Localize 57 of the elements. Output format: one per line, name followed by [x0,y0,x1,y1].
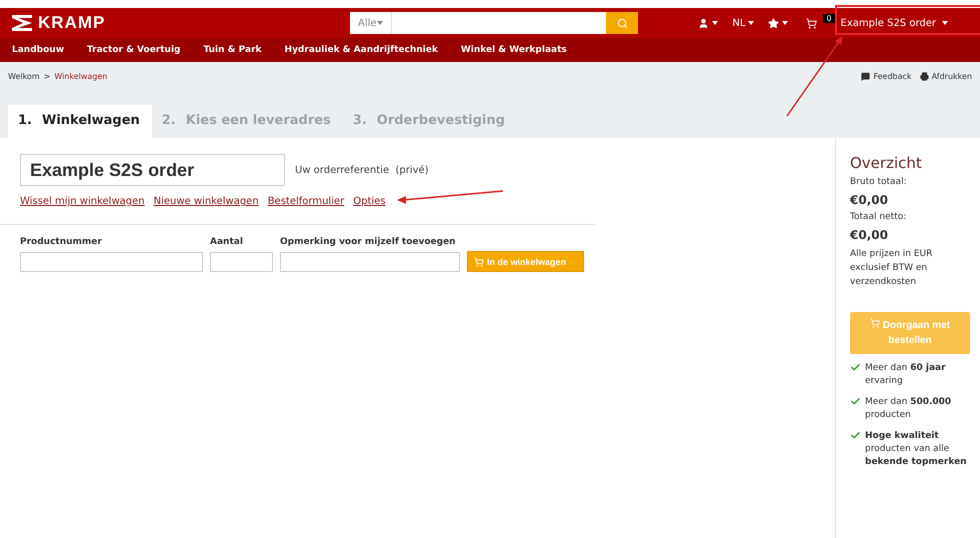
printer-icon [920,72,929,80]
gross-label: Bruto totaal: [850,177,908,187]
breadcrumb-item[interactable]: Winkelwagen [54,72,108,80]
search-button[interactable] [606,12,638,34]
gross-total: €0,00 [850,193,889,207]
breadcrumb-item[interactable]: Welkom [8,72,40,80]
step-tab[interactable]: 1. Winkelwagen [8,105,152,138]
cart-link[interactable]: Wissel mijn winkelwagen [20,196,145,207]
logo-icon [12,15,32,31]
benefit-text: Meer dan 500.000 producten [865,396,952,422]
caret-icon [782,21,788,25]
price-note: Alle prijzen in EUR exclusief BTW en verzendkosten [850,248,934,289]
logo[interactable]: KRAMP [38,13,106,33]
field-hint: Uw orderreferentie (privé) [295,164,429,176]
cart-menu[interactable]: 0 Example S2S order [802,14,968,32]
quantity-field[interactable] [210,252,273,272]
benefit-text: Meer dan 60 jaar ervaring [865,362,947,388]
summary-title: Overzicht [850,154,923,172]
net-total: €0,00 [850,228,889,242]
cart-count-badge: 0 [823,14,835,22]
user-icon [698,18,710,28]
cart-icon [806,18,818,28]
search-scope-dropdown[interactable]: Alle [350,12,392,34]
order-reference-field[interactable]: Example S2S order [20,154,285,186]
caret-icon [942,21,948,25]
check-icon [850,362,861,373]
check-icon [850,396,861,407]
caret-icon [376,21,383,25]
product-number-field[interactable] [20,252,203,272]
nav-item[interactable]: Winkel & Werkplaats [460,45,567,55]
note-field[interactable] [280,252,460,272]
benefit-text: Hoge kwaliteit producten van alle bekende topmerken [865,430,968,469]
net-label: Totaal netto: [850,212,908,222]
nav-item[interactable]: Landbouw [12,45,64,55]
cart-icon [870,318,880,328]
comment-icon [861,72,870,80]
action-link[interactable]: Feedback [861,72,912,80]
check-icon [850,430,861,441]
cart-link[interactable]: Nieuwe winkelwagen [154,196,259,207]
search-icon [616,18,628,28]
nav-item[interactable]: Tractor & Voertuig [87,45,180,55]
caret-icon [748,21,754,25]
cart-link[interactable]: Bestelformulier [268,196,344,207]
star-icon [768,18,780,28]
cart-icon [474,256,484,266]
nav-item[interactable]: Hydrauliek & Aandrijftechniek [284,45,438,55]
action-link[interactable]: Afdrukken [920,72,972,80]
account-menu[interactable] [698,18,718,28]
breadcrumb-item: > [44,72,50,80]
favorites-menu[interactable] [768,18,788,28]
language-menu[interactable]: NL [732,18,754,28]
cart-link[interactable]: Opties [353,196,386,207]
caret-icon [712,21,718,25]
column-label: Productnummer [20,237,103,249]
nav-item[interactable]: Tuin & Park [204,45,262,55]
column-label: Aantal [210,237,244,249]
column-label: Opmerking voor mijzelf toevoegen [280,237,457,249]
